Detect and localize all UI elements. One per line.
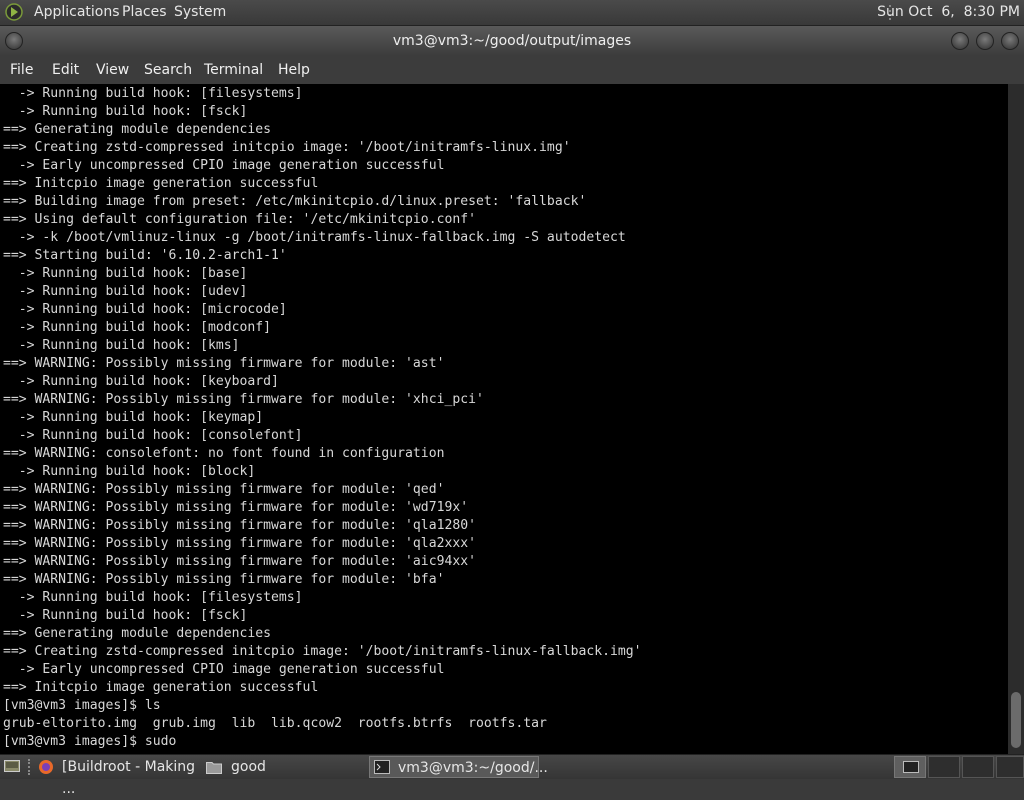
terminal-line: ==> Initcpio image generation successful bbox=[3, 176, 319, 191]
terminal-line: ==> Using default configuration file: '/… bbox=[3, 212, 476, 227]
scrollbar-thumb[interactable] bbox=[1011, 692, 1021, 748]
terminal-line: ==> Building image from preset: /etc/mki… bbox=[3, 194, 587, 209]
terminal-line: ==> Initcpio image generation successful bbox=[3, 680, 319, 695]
terminal-scrollbar[interactable] bbox=[1008, 84, 1024, 754]
terminal-line: -> Running build hook: [fsck] bbox=[3, 104, 248, 119]
terminal-line: ==> Creating zstd-compressed initcpio im… bbox=[3, 644, 642, 659]
bottom-panel: [Buildroot - Making ... good vm3@vm3:~/g… bbox=[0, 754, 1024, 797]
workspace-2[interactable] bbox=[928, 756, 960, 778]
clock[interactable]: Sun Oct 6, 8:30 PM bbox=[877, 0, 1020, 25]
terminal-line: -> Running build hook: [kms] bbox=[3, 338, 240, 353]
terminal-line: ==> Generating module dependencies bbox=[3, 626, 272, 641]
terminal-line: ==> WARNING: Possibly missing firmware f… bbox=[3, 356, 445, 371]
workspace-3[interactable] bbox=[962, 756, 994, 778]
window-titlebar[interactable]: vm3@vm3:~/good/output/images bbox=[0, 26, 1024, 56]
terminal-line: -> Running build hook: [keymap] bbox=[3, 410, 264, 425]
terminal-line: ==> Starting build: '6.10.2-arch1-1' bbox=[3, 248, 287, 263]
close-icon[interactable] bbox=[1001, 32, 1019, 50]
terminal-line: ==> Creating zstd-compressed initcpio im… bbox=[3, 140, 571, 155]
terminal-line: ==> WARNING: Possibly missing firmware f… bbox=[3, 554, 476, 569]
terminal-line: -> Running build hook: [microcode] bbox=[3, 302, 287, 317]
workspace-4[interactable] bbox=[996, 756, 1024, 778]
menu-search[interactable]: Search bbox=[144, 56, 192, 84]
terminal-icon bbox=[903, 761, 919, 773]
terminal-line: -> Running build hook: [udev] bbox=[3, 284, 248, 299]
task-firefox[interactable]: [Buildroot - Making ... bbox=[34, 756, 202, 797]
minimize-icon[interactable] bbox=[951, 32, 969, 50]
task-terminal[interactable]: vm3@vm3:~/good/... bbox=[369, 756, 548, 778]
menu-view[interactable]: View bbox=[96, 56, 129, 84]
terminal-line: ==> WARNING: Possibly missing firmware f… bbox=[3, 482, 445, 497]
terminal-text: -> Running build hook: [filesystems] -> … bbox=[3, 85, 642, 751]
menubar: File Edit View Search Terminal Help bbox=[0, 56, 1024, 84]
terminal-line: -> Running build hook: [fsck] bbox=[3, 608, 248, 623]
firefox-icon bbox=[39, 760, 53, 774]
terminal-line: -> Running build hook: [filesystems] bbox=[3, 590, 303, 605]
places-menu[interactable]: Places bbox=[122, 0, 167, 25]
applications-menu-icon[interactable] bbox=[5, 3, 23, 21]
terminal-line: -> Running build hook: [block] bbox=[3, 464, 256, 479]
terminal-line: ==> WARNING: Possibly missing firmware f… bbox=[3, 518, 476, 533]
task-label: good bbox=[231, 759, 266, 775]
panel-separator bbox=[28, 759, 30, 775]
applications-menu[interactable]: Applications bbox=[34, 0, 120, 25]
show-desktop-icon[interactable] bbox=[4, 759, 20, 773]
terminal-line: -> Early uncompressed CPIO image generat… bbox=[3, 662, 445, 677]
task-file-manager[interactable]: good bbox=[204, 756, 364, 778]
terminal-line: ==> WARNING: consolefont: no font found … bbox=[3, 446, 445, 461]
terminal-line: -> Running build hook: [keyboard] bbox=[3, 374, 279, 389]
window-title: vm3@vm3:~/good/output/images bbox=[392, 33, 632, 49]
menu-terminal[interactable]: Terminal bbox=[204, 56, 263, 84]
terminal-line: -> Running build hook: [consolefont] bbox=[3, 428, 303, 443]
top-panel: Applications Places System Sun Oct 6, 8:… bbox=[0, 0, 1024, 26]
terminal-line: [vm3@vm3 images]$ sudo bbox=[3, 734, 177, 749]
menu-file[interactable]: File bbox=[10, 56, 33, 84]
terminal-line: grub-eltorito.img grub.img lib lib.qcow2… bbox=[3, 716, 547, 731]
terminal-line: -> Running build hook: [modconf] bbox=[3, 320, 272, 335]
terminal-line: ==> WARNING: Possibly missing firmware f… bbox=[3, 536, 476, 551]
task-label: vm3@vm3:~/good/... bbox=[398, 760, 548, 776]
terminal-line: -> Running build hook: [filesystems] bbox=[3, 86, 303, 101]
terminal-output[interactable]: -> Running build hook: [filesystems] -> … bbox=[0, 84, 1008, 754]
menu-help[interactable]: Help bbox=[278, 56, 310, 84]
terminal-line: -> Running build hook: [base] bbox=[3, 266, 248, 281]
window-menu-icon[interactable] bbox=[5, 32, 23, 50]
terminal-line: ==> WARNING: Possibly missing firmware f… bbox=[3, 392, 484, 407]
menu-edit[interactable]: Edit bbox=[52, 56, 79, 84]
workspace-1[interactable] bbox=[894, 756, 926, 778]
terminal-line: ==> Generating module dependencies bbox=[3, 122, 272, 137]
system-menu[interactable]: System bbox=[174, 0, 226, 25]
terminal-icon bbox=[374, 760, 390, 774]
terminal-line: [vm3@vm3 images]$ ls bbox=[3, 698, 161, 713]
terminal-line: ==> WARNING: Possibly missing firmware f… bbox=[3, 500, 469, 515]
terminal-line: ==> WARNING: Possibly missing firmware f… bbox=[3, 572, 445, 587]
terminal-line: -> Early uncompressed CPIO image generat… bbox=[3, 158, 445, 173]
folder-icon bbox=[206, 762, 222, 774]
terminal-line: -> -k /boot/vmlinuz-linux -g /boot/initr… bbox=[3, 230, 626, 245]
maximize-icon[interactable] bbox=[976, 32, 994, 50]
task-label: [Buildroot - Making ... bbox=[62, 759, 196, 797]
